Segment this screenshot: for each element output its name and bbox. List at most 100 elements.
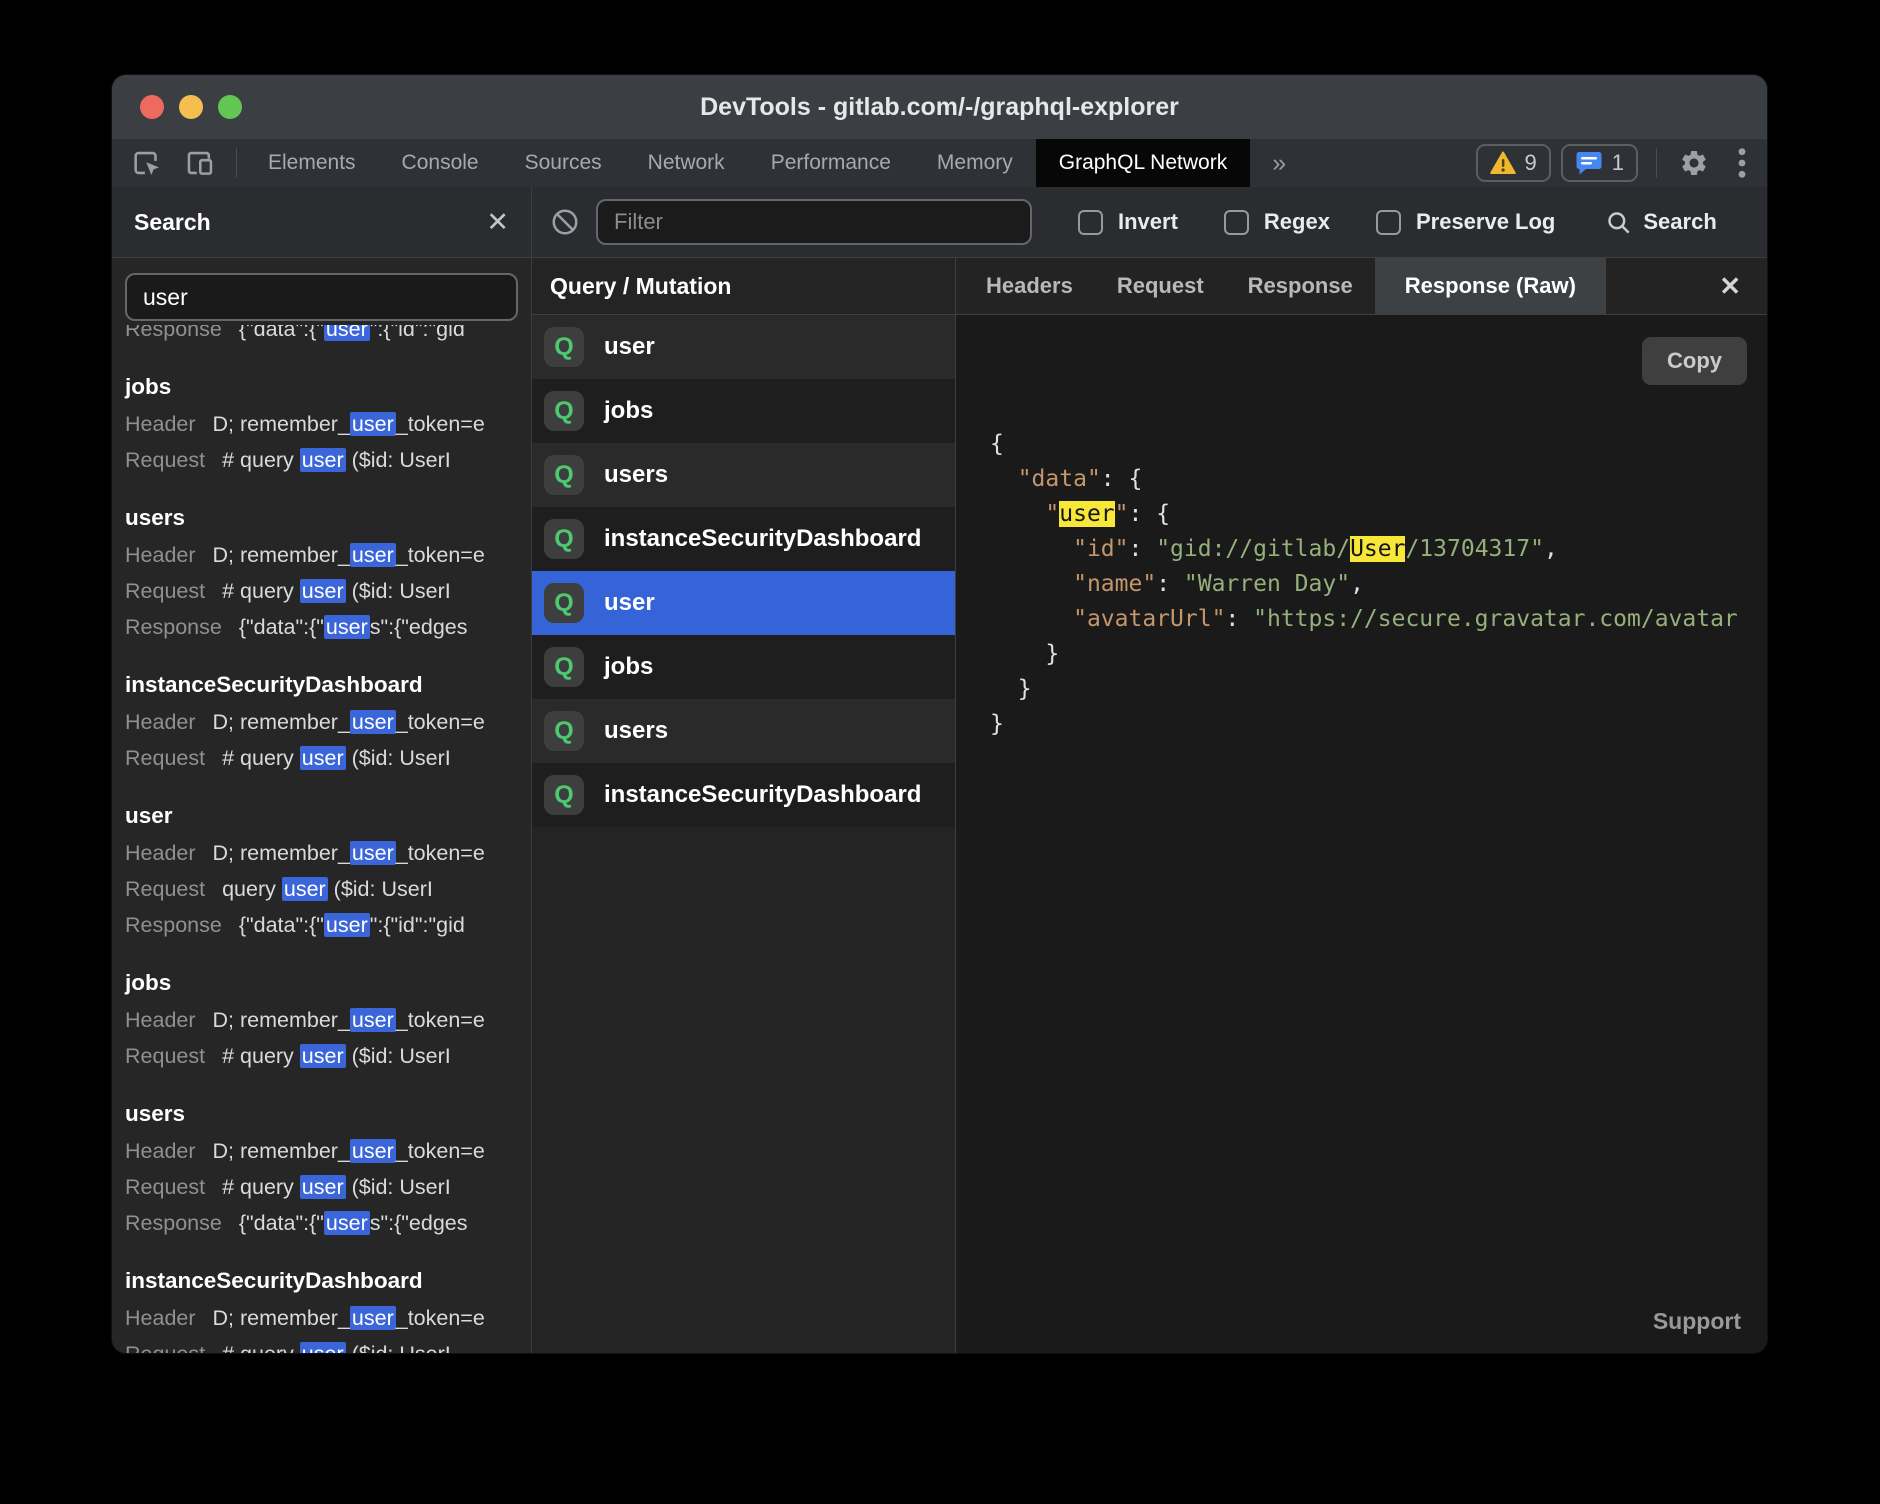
more-options-icon[interactable] [1723, 146, 1767, 180]
json-token: " [1115, 501, 1129, 527]
query-list-item[interactable]: QinstanceSecurityDashboard [532, 763, 955, 827]
search-result-row[interactable]: Response{"data":{"users":{"edges [125, 1205, 531, 1241]
json-token: : { [1129, 501, 1171, 527]
response-panel: HeadersRequestResponse Response (Raw) ✕ … [956, 258, 1767, 1353]
close-window-button[interactable] [140, 95, 164, 119]
response-tabs-spacer [1606, 258, 1693, 314]
tab-graphql-network[interactable]: GraphQL Network [1036, 139, 1250, 187]
json-token: , [1544, 536, 1558, 562]
search-result-section-title[interactable]: users [125, 503, 531, 533]
checkbox-box[interactable] [1078, 210, 1103, 235]
json-line: { [990, 427, 1767, 462]
tab-elements[interactable]: Elements [245, 139, 379, 187]
search-result-section-title[interactable]: jobs [125, 968, 531, 998]
search-result-row[interactable]: Request# query user ($id: UserI [125, 1038, 531, 1074]
json-token [990, 536, 1073, 562]
query-list-item[interactable]: Qusers [532, 699, 955, 763]
zoom-window-button[interactable] [218, 95, 242, 119]
device-toolbar-icon[interactable] [184, 146, 218, 180]
tab-request[interactable]: Request [1095, 258, 1226, 314]
checkbox-preserve-log[interactable]: Preserve Log [1376, 209, 1555, 235]
search-result-row[interactable]: Requestquery user ($id: UserI [125, 871, 531, 907]
search-close-icon[interactable]: ✕ [486, 209, 509, 236]
result-value: {"data":{"user":{"id":"gid [239, 913, 465, 937]
checkbox-regex[interactable]: Regex [1224, 209, 1330, 235]
search-result-row[interactable]: Response{"data":{"users":{"edges [125, 609, 531, 645]
search-result-section-title[interactable]: user [125, 801, 531, 831]
search-result-row[interactable]: HeaderD; remember_user_token=e [125, 835, 531, 871]
minimize-window-button[interactable] [179, 95, 203, 119]
tab-memory[interactable]: Memory [914, 139, 1036, 187]
search-result-row[interactable]: HeaderD; remember_user_token=e [125, 1300, 531, 1336]
support-link[interactable]: Support [1653, 1304, 1741, 1339]
search-result-row[interactable]: Response{"data":{"user":{"id":"gid [125, 325, 531, 347]
query-list-item[interactable]: Qjobs [532, 635, 955, 699]
result-text: ($id: UserI [346, 579, 451, 603]
more-tabs-button[interactable]: » [1250, 139, 1308, 187]
result-text: D; remember_ [213, 841, 350, 865]
highlighted-match: user [350, 412, 396, 436]
tabbar-divider [236, 148, 237, 178]
result-label: Header [125, 543, 196, 567]
tab-response[interactable]: Response [1226, 258, 1375, 314]
highlighted-match: user [300, 746, 346, 770]
search-result-section-title[interactable]: instanceSecurityDashboard [125, 1266, 531, 1296]
search-result-section-title[interactable]: users [125, 1099, 531, 1129]
result-value: D; remember_user_token=e [213, 543, 485, 567]
checkbox-box[interactable] [1376, 210, 1401, 235]
warnings-badge[interactable]: 9 [1476, 144, 1551, 182]
search-result-row[interactable]: Request# query user ($id: UserI [125, 573, 531, 609]
query-list-item[interactable]: Qusers [532, 443, 955, 507]
checkbox-box[interactable] [1224, 210, 1249, 235]
query-list-item[interactable]: Qjobs [532, 379, 955, 443]
search-result-row[interactable]: Response{"data":{"user":{"id":"gid [125, 907, 531, 943]
highlighted-match: user [324, 913, 370, 937]
search-input[interactable] [125, 273, 518, 321]
highlighted-match: user [300, 579, 346, 603]
highlighted-match: user [350, 1306, 396, 1330]
search-result-row[interactable]: HeaderD; remember_user_token=e [125, 1133, 531, 1169]
result-text: query [222, 877, 282, 901]
filter-input[interactable] [596, 199, 1032, 245]
tab-response-raw[interactable]: Response (Raw) [1375, 258, 1606, 314]
search-result-row[interactable]: Request# query user ($id: UserI [125, 1336, 531, 1353]
search-result-row[interactable]: Request# query user ($id: UserI [125, 442, 531, 478]
result-value: query user ($id: UserI [222, 877, 433, 901]
tab-console[interactable]: Console [379, 139, 502, 187]
highlighted-match: user [350, 841, 396, 865]
search-results: Response{"data":{"user":{"id":"gid jobs He… [112, 325, 531, 1353]
search-toggle[interactable]: Search [1605, 209, 1716, 236]
query-type-icon: Q [544, 455, 584, 495]
tab-headers[interactable]: Headers [964, 258, 1095, 314]
search-result-row[interactable]: HeaderD; remember_user_token=e [125, 704, 531, 740]
tab-network[interactable]: Network [625, 139, 748, 187]
search-result-row[interactable]: Header D; remember_user_token=e [125, 537, 531, 573]
search-result-row[interactable]: Request# query user ($id: UserI [125, 740, 531, 776]
search-icon [1605, 209, 1632, 236]
checkbox-label: Regex [1264, 209, 1330, 235]
search-result-row[interactable]: HeaderD; remember_user_token=e [125, 1002, 531, 1038]
tab-sources[interactable]: Sources [502, 139, 625, 187]
search-result-row[interactable]: HeaderD; remember_user_token=e [125, 406, 531, 442]
result-text: # query [222, 1044, 300, 1068]
search-result-row[interactable]: Request# query user ($id: UserI [125, 1169, 531, 1205]
devtools-tabs: ElementsConsoleSourcesNetworkPerformance… [245, 139, 1036, 187]
tab-performance[interactable]: Performance [748, 139, 914, 187]
query-list-item[interactable]: Quser [532, 571, 955, 635]
result-text: ($id: UserI [328, 877, 433, 901]
query-list-item[interactable]: QinstanceSecurityDashboard [532, 507, 955, 571]
checkbox-invert[interactable]: Invert [1078, 209, 1178, 235]
search-result-section-title[interactable]: instanceSecurityDashboard [125, 670, 531, 700]
inspect-element-icon[interactable] [130, 146, 164, 180]
query-name: users [604, 461, 668, 489]
clear-log-icon[interactable] [550, 207, 580, 237]
query-list-item[interactable]: Quser [532, 315, 955, 379]
response-close-icon[interactable]: ✕ [1693, 258, 1767, 314]
copy-button[interactable]: Copy [1642, 337, 1747, 385]
result-text: # query [222, 579, 300, 603]
settings-gear-icon[interactable] [1665, 148, 1723, 178]
issues-badge[interactable]: 1 [1561, 144, 1638, 182]
query-name: instanceSecurityDashboard [604, 781, 921, 809]
result-text: s":{"edges [370, 1211, 468, 1235]
search-result-section-title[interactable]: jobs [125, 372, 531, 402]
